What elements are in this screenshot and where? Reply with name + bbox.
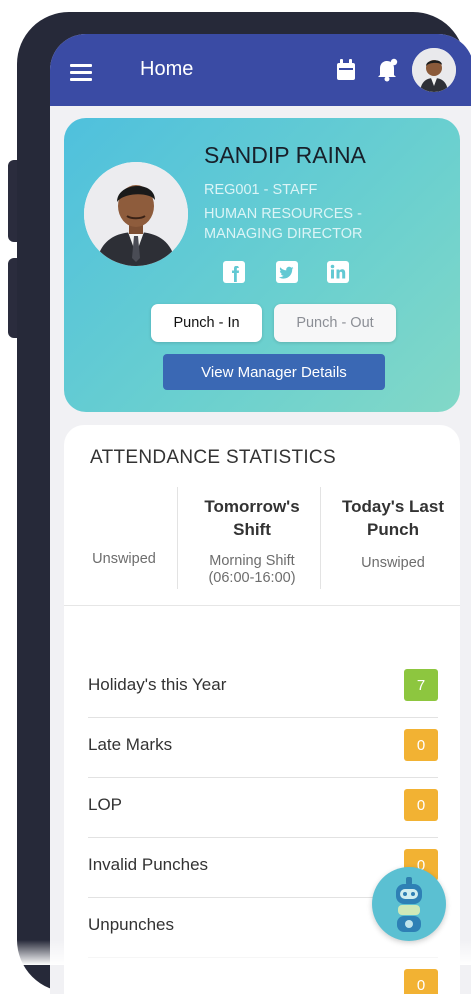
todays-last-punch-value: Unswiped [361,555,425,571]
count-badge: 0 [404,729,438,761]
avatar[interactable] [412,48,456,92]
robot-icon [396,877,422,932]
facebook-icon[interactable] [222,260,246,284]
bottom-fade [0,940,471,965]
current-status-value: Unswiped [92,551,156,567]
punch-in-button[interactable]: Punch - In [151,304,262,342]
employee-designation: MANAGING DIRECTOR [204,226,363,242]
stat-label: Unpunches [88,915,175,934]
section-title: ATTENDANCE STATISTICS [90,447,336,468]
stat-row-holidays[interactable]: Holiday's this Year 7 [88,657,438,718]
todays-last-punch-header: Today's Last Punch [342,497,444,539]
chatbot-fab[interactable] [372,867,446,941]
hamburger-icon[interactable] [70,64,92,81]
app-bar: Home [50,34,471,106]
view-manager-details-button[interactable]: View Manager Details [163,354,385,390]
stat-label: Holiday's this Year [88,675,227,694]
employee-name: SANDIP RAINA [204,142,366,168]
page-title: Home [140,58,194,80]
profile-card: SANDIP RAINA REG001 - STAFF HUMAN RESOUR… [64,118,460,412]
stat-row-late-marks[interactable]: Late Marks 0 [88,717,438,778]
phone-frame: Home SANDIP RAINA REG001 - STAFF HUMAN R… [17,12,471,994]
stat-label: LOP [88,795,123,814]
column-divider [177,487,178,589]
profile-photo [84,162,188,266]
stat-label: Invalid Punches [88,855,209,874]
twitter-icon[interactable] [275,260,299,284]
count-badge: 7 [404,669,438,701]
stat-label: Late Marks [88,735,173,754]
count-badge: 0 [404,969,438,994]
count-badge: 0 [404,789,438,821]
bell-icon[interactable] [376,58,398,82]
calendar-icon[interactable] [336,59,356,81]
stat-row-lop[interactable]: LOP 0 [88,777,438,838]
app-screen: Home SANDIP RAINA REG001 - STAFF HUMAN R… [50,34,471,994]
employee-id-role: REG001 - STAFF [204,182,318,198]
tomorrows-shift-header: Tomorrow's Shift [204,497,300,539]
employee-department: HUMAN RESOURCES - [204,206,362,222]
punch-out-button[interactable]: Punch - Out [274,304,396,342]
linkedin-icon[interactable] [326,260,350,284]
column-divider [320,487,321,589]
section-divider [64,605,460,606]
tomorrows-shift-value: Morning Shift (06:00-16:00) [208,553,296,586]
